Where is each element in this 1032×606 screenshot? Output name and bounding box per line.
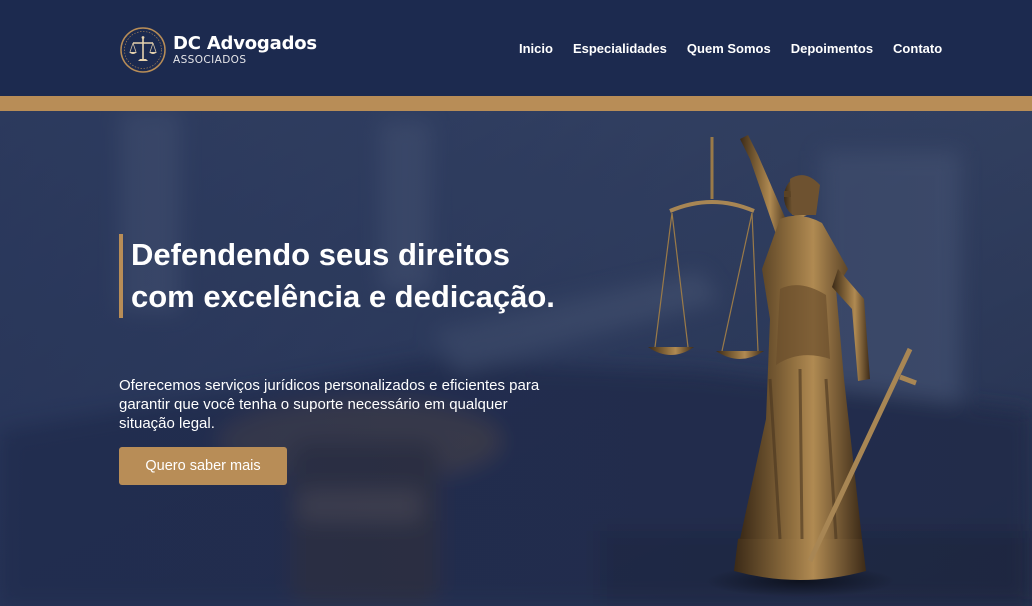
hero-section: Defendendo seus direitos com excelência … (0, 111, 1032, 606)
brand-name: DC Advogados (173, 33, 317, 54)
brand-logo[interactable]: DC Advogados ASSOCIADOS (119, 26, 317, 74)
brand-tagline: ASSOCIADOS (173, 54, 247, 66)
site-header: DC Advogados ASSOCIADOS Inicio Especiali… (0, 0, 1032, 96)
scales-of-justice-icon (120, 27, 166, 73)
hero-subtitle: Oferecemos serviços jurídicos personaliz… (119, 377, 540, 432)
nav-item-especialidades[interactable]: Especialidades (573, 41, 667, 56)
nav-item-quem-somos[interactable]: Quem Somos (687, 41, 771, 56)
lady-justice-statue-image (648, 135, 917, 597)
nav-item-contato[interactable]: Contato (893, 41, 942, 56)
nav-item-inicio[interactable]: Inicio (519, 41, 553, 56)
nav-item-depoimentos[interactable]: Depoimentos (791, 41, 873, 56)
hero-headline-block: Defendendo seus direitos com excelência … (119, 234, 559, 318)
hero-headline: Defendendo seus direitos com excelência … (131, 237, 555, 314)
main-nav: Inicio Especialidades Quem Somos Depoime… (519, 41, 962, 56)
header-accent-bar (0, 96, 1032, 111)
cta-learn-more-button[interactable]: Quero saber mais (119, 447, 287, 485)
